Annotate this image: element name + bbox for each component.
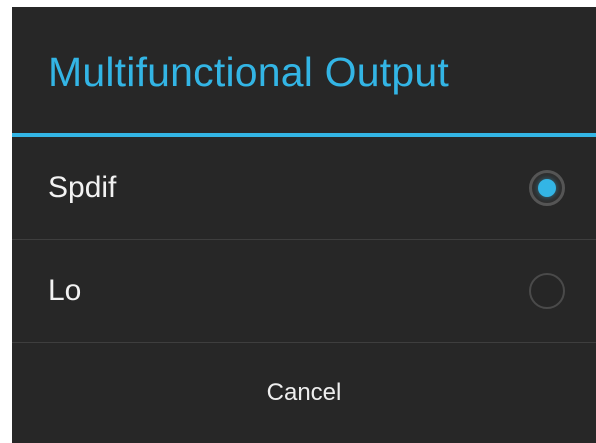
dialog-title: Multifunctional Output xyxy=(48,49,449,95)
option-lo[interactable]: Lo xyxy=(12,240,596,342)
multifunctional-output-dialog: Multifunctional Output Spdif Lo Cancel xyxy=(12,7,596,443)
radio-dot-icon xyxy=(538,179,556,197)
option-spdif[interactable]: Spdif xyxy=(12,137,596,239)
radio-button-unselected-icon[interactable] xyxy=(529,273,565,309)
option-spdif-label: Spdif xyxy=(48,171,117,204)
option-lo-label: Lo xyxy=(48,274,82,307)
dialog-title-bar: Multifunctional Output xyxy=(12,7,596,133)
radio-button-selected-icon[interactable] xyxy=(529,170,565,206)
cancel-button[interactable]: Cancel xyxy=(12,343,596,443)
